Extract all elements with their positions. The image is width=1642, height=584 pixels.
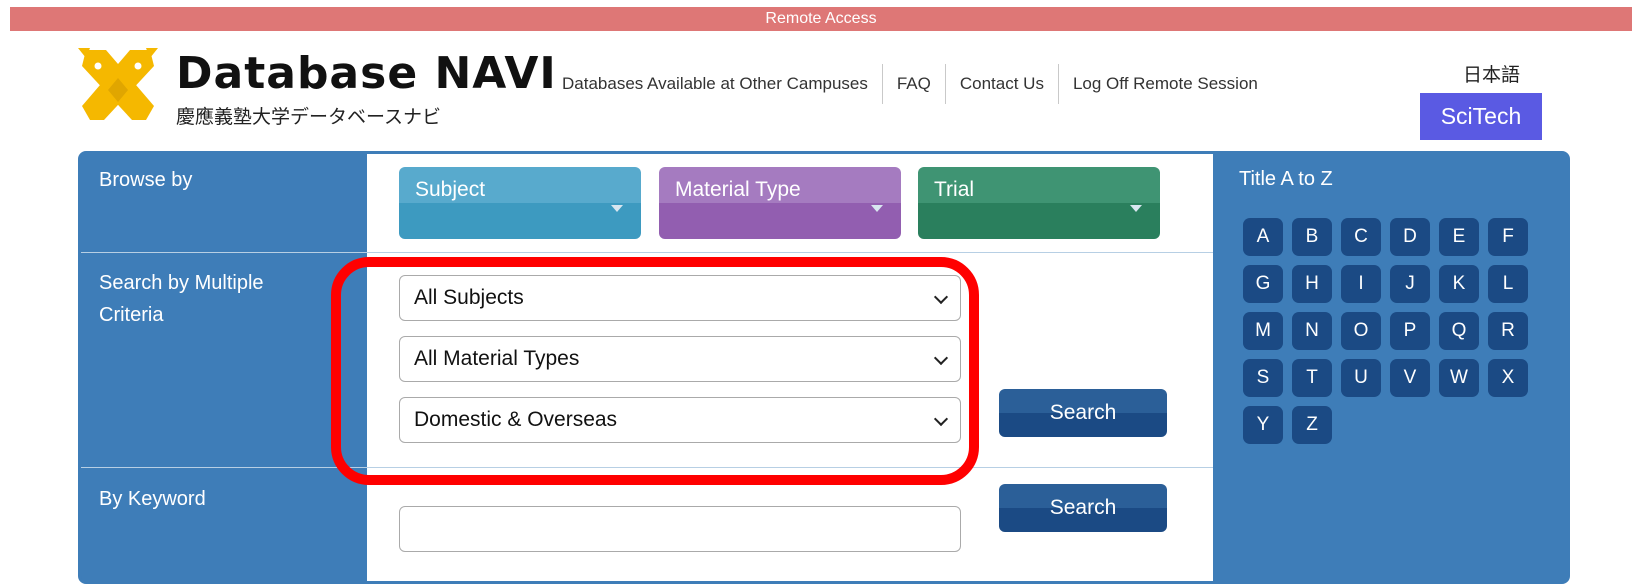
az-letter-p[interactable]: P: [1390, 312, 1430, 350]
az-letter-e[interactable]: E: [1439, 218, 1479, 256]
az-letter-m[interactable]: M: [1243, 312, 1283, 350]
page: Remote Access Database NAVI 慶應義塾大学データベース…: [0, 0, 1642, 584]
logo[interactable]: Database NAVI 慶應義塾大学データベースナビ: [76, 44, 556, 134]
nav-link-log-off[interactable]: Log Off Remote Session: [1057, 64, 1272, 104]
browse-subject-button[interactable]: Subject: [399, 167, 641, 239]
az-letter-v[interactable]: V: [1390, 359, 1430, 397]
az-letter-i[interactable]: I: [1341, 265, 1381, 303]
browse-material-type-button[interactable]: Material Type: [659, 167, 901, 239]
browse-trial-label: Trial: [934, 178, 975, 201]
az-letter-x[interactable]: X: [1488, 359, 1528, 397]
az-column: Title A to Z ABCDEF GHIJKL MNOPQR STUVWX YZ: [1213, 154, 1567, 581]
browse-subject-label: Subject: [415, 178, 486, 201]
nav-link-faq[interactable]: FAQ: [881, 64, 945, 104]
az-letter-f[interactable]: F: [1488, 218, 1528, 256]
keyword-label: By Keyword: [99, 488, 206, 510]
multi-criteria-label: Search by Multiple Criteria: [99, 272, 264, 326]
az-letter-k[interactable]: K: [1439, 265, 1479, 303]
browse-trial-button[interactable]: Trial: [918, 167, 1160, 239]
left-edge: [0, 0, 10, 584]
az-letter-n[interactable]: N: [1292, 312, 1332, 350]
browse-material-type-label: Material Type: [675, 178, 801, 201]
az-letter-j[interactable]: J: [1390, 265, 1430, 303]
scitech-button[interactable]: SciTech: [1420, 93, 1542, 140]
caret-down-icon: [611, 205, 623, 212]
keyword-search-button[interactable]: Search: [999, 484, 1167, 532]
logo-title: Database NAVI: [176, 48, 557, 99]
highlight-annotation: [331, 257, 979, 485]
az-letter-u[interactable]: U: [1341, 359, 1381, 397]
top-navigation: Databases Available at Other Campuses FA…: [552, 64, 1272, 104]
nav-link-contact-us[interactable]: Contact Us: [944, 64, 1058, 104]
browse-by-label: Browse by: [99, 169, 193, 191]
az-letter-grid: ABCDEF GHIJKL MNOPQR STUVWX YZ: [1243, 218, 1543, 444]
az-letter-r[interactable]: R: [1488, 312, 1528, 350]
az-letter-y[interactable]: Y: [1243, 406, 1283, 444]
az-letter-l[interactable]: L: [1488, 265, 1528, 303]
row-divider: [81, 252, 1213, 253]
caret-down-icon: [871, 205, 883, 212]
keyword-input[interactable]: [399, 506, 961, 552]
remote-access-bar: Remote Access: [10, 7, 1632, 31]
right-edge: [1632, 0, 1642, 584]
az-letter-c[interactable]: C: [1341, 218, 1381, 256]
az-letter-s[interactable]: S: [1243, 359, 1283, 397]
label-column: Browse by Search by Multiple Criteria By…: [81, 154, 367, 581]
az-letter-t[interactable]: T: [1292, 359, 1332, 397]
az-letter-z[interactable]: Z: [1292, 406, 1332, 444]
nav-link-other-campuses[interactable]: Databases Available at Other Campuses: [552, 64, 882, 104]
multi-search-button[interactable]: Search: [999, 389, 1167, 437]
az-letter-o[interactable]: O: [1341, 312, 1381, 350]
language-link[interactable]: 日本語: [1463, 60, 1520, 87]
az-letter-b[interactable]: B: [1292, 218, 1332, 256]
az-letter-a[interactable]: A: [1243, 218, 1283, 256]
logo-subtitle: 慶應義塾大学データベースナビ: [176, 106, 442, 128]
az-title: Title A to Z: [1239, 168, 1333, 190]
crossed-pens-logo-icon: [78, 48, 158, 120]
caret-down-icon: [1130, 205, 1142, 212]
az-letter-w[interactable]: W: [1439, 359, 1479, 397]
az-letter-g[interactable]: G: [1243, 265, 1283, 303]
az-letter-q[interactable]: Q: [1439, 312, 1479, 350]
az-letter-d[interactable]: D: [1390, 218, 1430, 256]
az-letter-h[interactable]: H: [1292, 265, 1332, 303]
